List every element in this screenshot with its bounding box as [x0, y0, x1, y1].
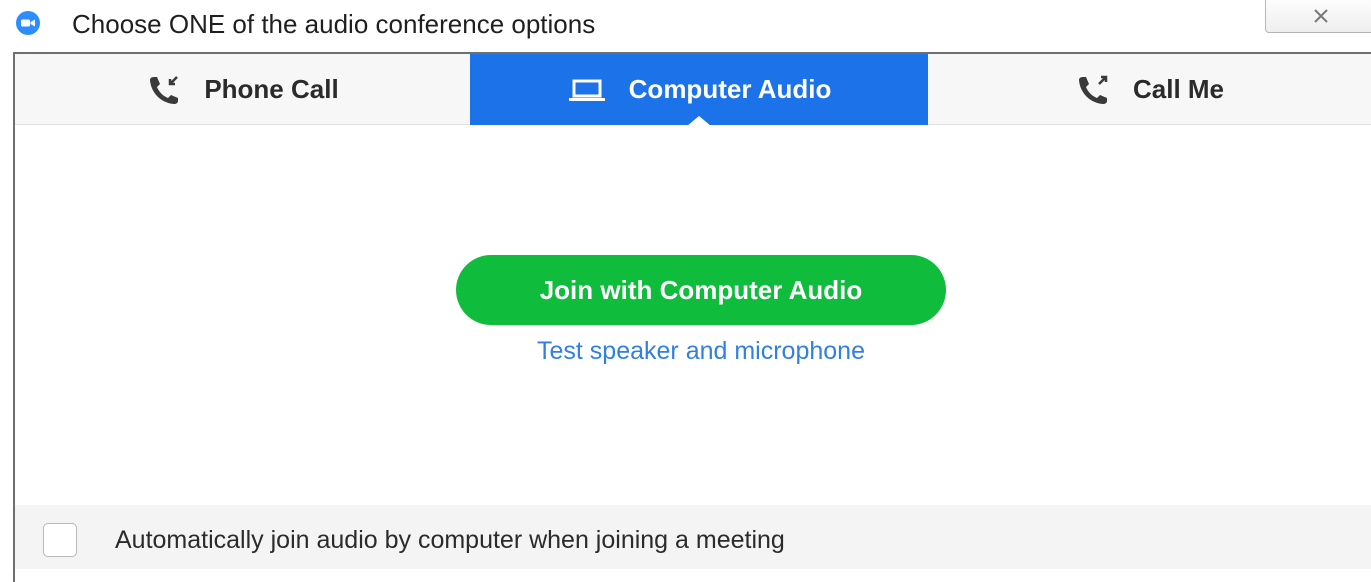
- footer: Automatically join audio by computer whe…: [15, 505, 1371, 569]
- tab-phone-call[interactable]: Phone Call: [15, 54, 470, 125]
- join-computer-audio-button[interactable]: Join with Computer Audio: [456, 255, 946, 325]
- close-button[interactable]: [1265, 0, 1371, 33]
- title-bar: Choose ONE of the audio conference optio…: [0, 0, 1371, 52]
- auto-join-checkbox[interactable]: [43, 523, 77, 557]
- tab-label: Call Me: [1132, 74, 1225, 104]
- auto-join-label[interactable]: Automatically join audio by computer whe…: [115, 526, 785, 555]
- zoom-logo-icon: [16, 11, 40, 35]
- phone-outgoing-icon: [1078, 75, 1108, 104]
- tab-bar: Phone Call Computer Audio Call Me: [15, 54, 1371, 126]
- window-title: Choose ONE of the audio conference optio…: [72, 9, 596, 39]
- laptop-icon: [568, 79, 605, 101]
- tab-label: Phone Call: [204, 74, 339, 104]
- test-speaker-microphone-link[interactable]: Test speaker and microphone: [456, 337, 946, 366]
- tab-computer-audio[interactable]: Computer Audio: [470, 54, 928, 126]
- computer-audio-panel: Join with Computer Audio Test speaker an…: [15, 125, 1371, 505]
- tab-call-me[interactable]: Call Me: [928, 54, 1371, 125]
- tab-label: Computer Audio: [628, 74, 832, 104]
- phone-incoming-icon: [150, 75, 179, 104]
- close-icon: [1314, 9, 1328, 23]
